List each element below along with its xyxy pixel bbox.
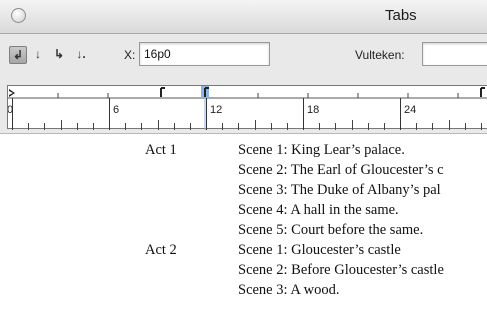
scene-line: Scene 4: A hall in the same.: [238, 202, 399, 218]
tab-toolbar: ↲ ↓ ↳ ↓. X: Vulteken:: [0, 34, 487, 82]
ruler-tick-label: 0: [8, 104, 13, 116]
document-text[interactable]: Act 1 Scene 1: King Lear’s palace. Scene…: [0, 134, 487, 314]
ruler-graphic: 0 6 12 18 24: [8, 86, 487, 130]
title-bar[interactable]: Tabs: [0, 0, 487, 34]
tab-stop-marker-icon[interactable]: [480, 87, 485, 97]
x-position-label: X:: [124, 48, 136, 62]
tab-ruler[interactable]: 0 6 12 18 24: [7, 85, 487, 130]
tab-stop-marker-icon[interactable]: [160, 87, 165, 97]
ruler-tick-label: 24: [404, 104, 416, 116]
selected-tab-stop-marker-icon[interactable]: [201, 86, 209, 98]
scene-line: Scene 3: The Duke of Albany’s pal: [238, 182, 441, 198]
left-justified-tab-icon: ↲: [12, 48, 24, 62]
scene-line: Scene 3: A wood.: [238, 282, 340, 298]
scene-line: Scene 2: Before Gloucester’s castle: [238, 262, 444, 278]
ruler-tick-label: 12: [210, 104, 222, 116]
scene-line: Scene 1: King Lear’s palace.: [238, 142, 405, 158]
align-to-decimal-tab-icon: ↓.: [76, 47, 86, 61]
right-justified-tab-icon: ↳: [53, 47, 65, 61]
leader-label: Vulteken:: [355, 48, 405, 62]
leader-field[interactable]: [422, 42, 487, 66]
window-title: Tabs: [385, 7, 417, 24]
scene-line: Scene 5: Court before the same.: [238, 222, 424, 238]
act-label: Act 1: [145, 142, 177, 158]
ruler-tick-label: 6: [113, 104, 119, 116]
close-button[interactable]: [11, 8, 26, 23]
left-justified-tab-button[interactable]: ↲: [9, 46, 27, 64]
center-justified-tab-button[interactable]: ↓: [29, 46, 47, 64]
scene-line: Scene 1: Gloucester’s castle: [238, 242, 401, 258]
scene-line: Scene 2: The Earl of Gloucester’s c: [238, 162, 444, 178]
x-position-field[interactable]: [139, 42, 270, 66]
align-to-decimal-tab-button[interactable]: ↓.: [72, 46, 90, 64]
center-justified-tab-icon: ↓: [35, 47, 41, 61]
act-label: Act 2: [145, 242, 177, 258]
ruler-tick-label: 18: [307, 104, 319, 116]
tabs-panel: Tabs ↲ ↓ ↳ ↓. X: Vulteken:: [0, 0, 487, 134]
right-justified-tab-button[interactable]: ↳: [50, 46, 68, 64]
